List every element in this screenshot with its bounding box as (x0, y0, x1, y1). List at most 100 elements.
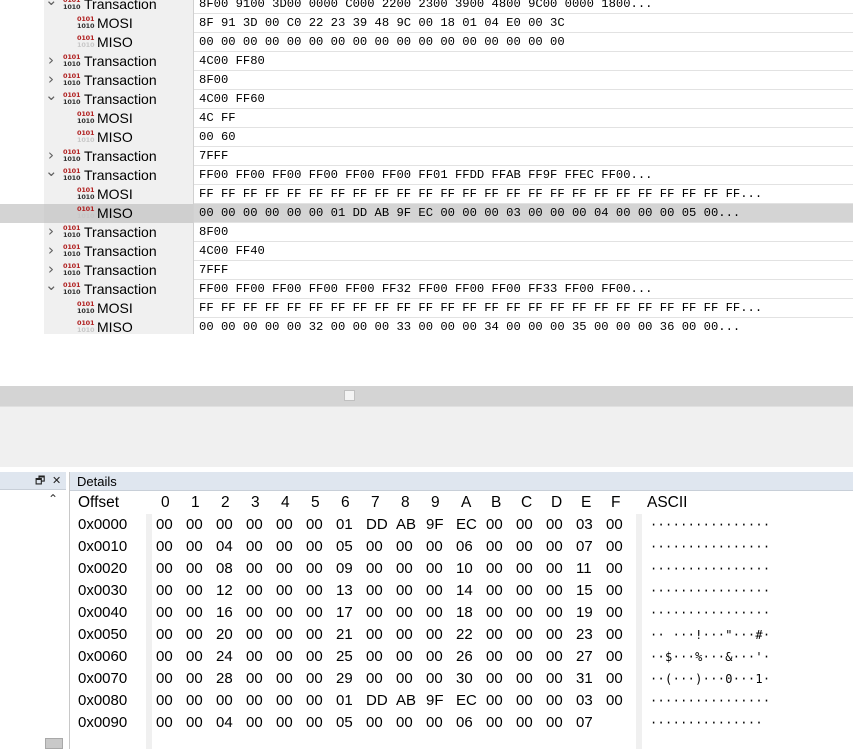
byte-cell[interactable]: 16 (216, 604, 233, 621)
byte-cell[interactable]: 07 (576, 538, 593, 555)
byte-cell[interactable]: 00 (246, 626, 263, 643)
byte-cell[interactable]: 00 (216, 692, 233, 709)
byte-cell[interactable]: 9F (426, 516, 444, 533)
byte-cell[interactable]: 00 (306, 648, 323, 665)
byte-cell[interactable]: 00 (486, 714, 503, 731)
byte-cell[interactable]: 00 (516, 516, 533, 533)
byte-cell[interactable]: 00 (426, 648, 443, 665)
byte-cell[interactable]: 00 (396, 604, 413, 621)
byte-cell[interactable]: 00 (486, 648, 503, 665)
byte-cell[interactable]: 00 (186, 516, 203, 533)
chevron-right-icon[interactable]: › (45, 53, 57, 68)
byte-cell[interactable]: 00 (276, 692, 293, 709)
byte-cell[interactable]: 00 (366, 538, 383, 555)
byte-cell[interactable]: 00 (426, 714, 443, 731)
chevron-down-icon[interactable]: ⌄ (45, 88, 58, 103)
mosi-row[interactable]: 0101 1010 MOSI 8F 91 3D 00 C0 22 23 39 48 9… (0, 14, 853, 33)
byte-cell[interactable]: 00 (306, 538, 323, 555)
chevron-right-icon[interactable]: › (45, 72, 57, 87)
byte-cell[interactable]: 00 (276, 516, 293, 533)
byte-cell[interactable]: 00 (606, 516, 623, 533)
byte-cell[interactable]: 00 (366, 626, 383, 643)
byte-cell[interactable]: 00 (276, 560, 293, 577)
byte-cell[interactable]: 00 (186, 626, 203, 643)
byte-cell[interactable]: 15 (576, 582, 593, 599)
byte-cell[interactable]: 10 (456, 560, 473, 577)
byte-cell[interactable]: 00 (546, 648, 563, 665)
byte-cell[interactable]: 00 (546, 582, 563, 599)
byte-cell[interactable]: 05 (336, 538, 353, 555)
byte-cell[interactable]: 00 (546, 538, 563, 555)
byte-cell[interactable]: 00 (606, 538, 623, 555)
byte-cell[interactable]: 00 (186, 670, 203, 687)
byte-cell[interactable]: 00 (366, 582, 383, 599)
byte-cell[interactable]: 00 (426, 560, 443, 577)
byte-cell[interactable]: 00 (606, 626, 623, 643)
transaction-row[interactable]: › 0101 1010 Transaction 8F00 (0, 223, 853, 242)
byte-cell[interactable]: 00 (366, 670, 383, 687)
byte-cell[interactable]: 00 (606, 648, 623, 665)
transaction-row[interactable]: › 0101 1010 Transaction 4C00 FF80 (0, 52, 853, 71)
byte-cell[interactable]: 29 (336, 670, 353, 687)
byte-cell[interactable]: 00 (486, 670, 503, 687)
byte-cell[interactable]: 30 (456, 670, 473, 687)
byte-cell[interactable]: 06 (456, 538, 473, 555)
byte-cell[interactable]: 03 (576, 516, 593, 533)
byte-cell[interactable]: 17 (336, 604, 353, 621)
byte-cell[interactable]: 00 (246, 516, 263, 533)
byte-cell[interactable]: 31 (576, 670, 593, 687)
byte-cell[interactable]: 00 (486, 516, 503, 533)
miso-row[interactable]: 0101 1010 MISO 00 60 (0, 128, 853, 147)
byte-cell[interactable]: 00 (546, 604, 563, 621)
byte-cell[interactable]: 00 (276, 714, 293, 731)
byte-cell[interactable]: 00 (186, 604, 203, 621)
byte-cell[interactable]: 00 (546, 692, 563, 709)
byte-cell[interactable]: 00 (156, 670, 173, 687)
splitter-grip[interactable] (344, 390, 355, 401)
byte-cell[interactable]: 00 (606, 604, 623, 621)
byte-cell[interactable]: 00 (486, 582, 503, 599)
byte-cell[interactable]: 00 (426, 538, 443, 555)
byte-cell[interactable]: 00 (186, 714, 203, 731)
byte-cell[interactable]: 00 (486, 560, 503, 577)
byte-cell[interactable]: 20 (216, 626, 233, 643)
byte-cell[interactable]: 04 (216, 538, 233, 555)
byte-cell[interactable]: 9F (426, 692, 444, 709)
byte-cell[interactable]: 24 (216, 648, 233, 665)
byte-cell[interactable]: 00 (246, 670, 263, 687)
transaction-row[interactable]: ⌄ 0101 1010 Transaction FF00 FF00 FF00 FF00 … (0, 278, 853, 299)
byte-cell[interactable]: 13 (336, 582, 353, 599)
byte-cell[interactable]: 00 (516, 560, 533, 577)
miso-row[interactable]: 0101 1010 MISO 00 00 00 00 00 00 01 DD AB 9… (0, 204, 853, 223)
byte-cell[interactable]: 00 (426, 626, 443, 643)
transaction-row[interactable]: ⌄ 0101 1010 Transaction 4C00 FF60 (0, 88, 853, 109)
byte-cell[interactable]: 00 (486, 538, 503, 555)
miso-row[interactable]: 0101 1010 MISO 00 00 00 00 00 32 00 00 00 3… (0, 318, 853, 334)
byte-cell[interactable]: 00 (306, 560, 323, 577)
byte-cell[interactable]: 18 (456, 604, 473, 621)
transaction-row[interactable]: › 0101 1010 Transaction 8F00 (0, 71, 853, 90)
byte-cell[interactable]: 00 (246, 714, 263, 731)
byte-cell[interactable]: 04 (216, 714, 233, 731)
byte-cell[interactable]: 00 (186, 648, 203, 665)
byte-cell[interactable]: 00 (156, 626, 173, 643)
byte-cell[interactable]: 00 (546, 626, 563, 643)
byte-cell[interactable]: 00 (366, 648, 383, 665)
byte-cell[interactable]: 00 (366, 560, 383, 577)
byte-cell[interactable]: 00 (516, 582, 533, 599)
byte-cell[interactable]: 01 (336, 516, 353, 533)
byte-cell[interactable]: 07 (576, 714, 593, 731)
close-icon[interactable]: ✕ (52, 473, 61, 488)
byte-cell[interactable]: EC (456, 692, 477, 709)
byte-cell[interactable]: 00 (546, 560, 563, 577)
byte-cell[interactable]: 28 (216, 670, 233, 687)
byte-cell[interactable]: 00 (246, 582, 263, 599)
byte-cell[interactable]: 00 (396, 582, 413, 599)
restore-window-icon[interactable]: 🗗 (35, 473, 45, 488)
byte-cell[interactable]: 23 (576, 626, 593, 643)
mosi-row[interactable]: 0101 1010 MOSI 4C FF (0, 109, 853, 128)
byte-cell[interactable]: 09 (336, 560, 353, 577)
byte-cell[interactable]: 00 (306, 670, 323, 687)
byte-cell[interactable]: 00 (546, 670, 563, 687)
byte-cell[interactable]: 00 (396, 648, 413, 665)
